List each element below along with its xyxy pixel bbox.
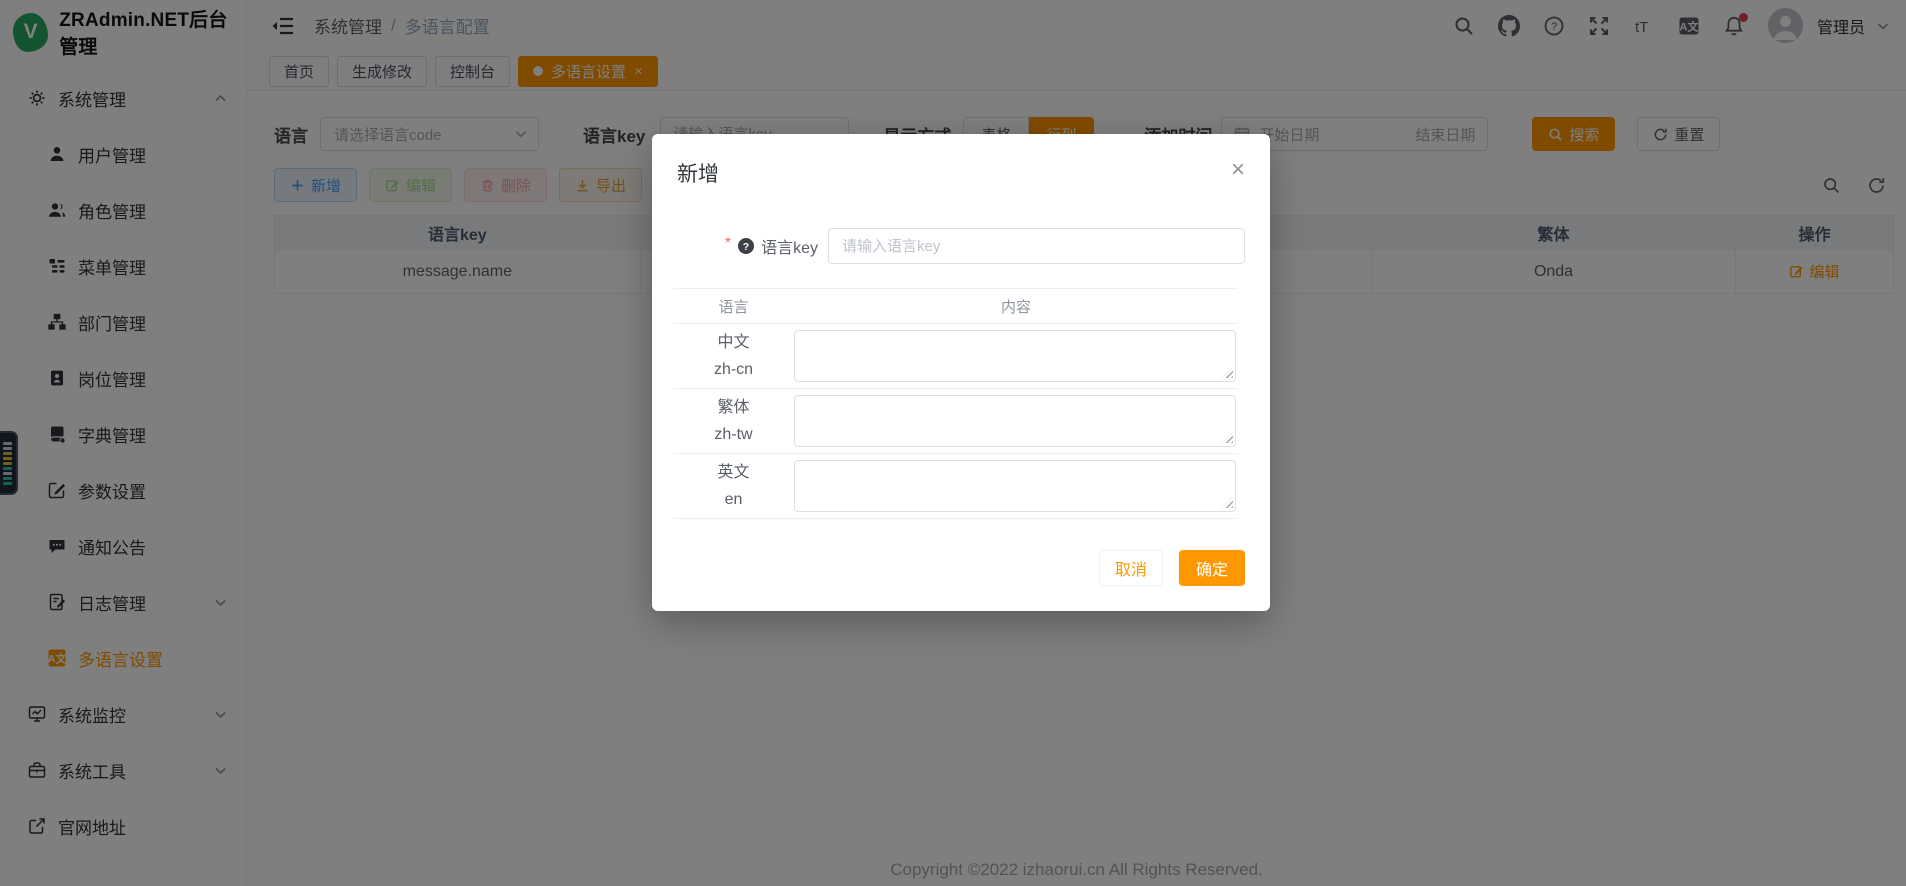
field-label-group: * ? 语言key: [652, 234, 828, 258]
language-table-header: 语言 内容: [673, 288, 1238, 324]
dialog-footer: 取消 确定: [1099, 550, 1245, 586]
language-label: 中文 zh-cn: [673, 329, 794, 383]
dialog-title: 新增: [677, 163, 719, 186]
confirm-button[interactable]: 确定: [1179, 550, 1245, 586]
content-column-header: 内容: [794, 289, 1238, 323]
field-label: 语言key: [761, 234, 818, 258]
required-mark: *: [725, 235, 731, 253]
svg-text:?: ?: [743, 241, 749, 253]
language-row-zh-tw: 繁体 zh-tw: [673, 389, 1238, 454]
help-circle-icon[interactable]: ?: [737, 237, 755, 255]
language-label: 繁体 zh-tw: [673, 394, 794, 448]
add-dialog: 新增 × * ? 语言key 语言 内容 中文 zh-cn: [652, 134, 1270, 611]
content-textarea-wrap: [794, 395, 1238, 447]
cancel-button[interactable]: 取消: [1099, 550, 1163, 586]
en-content-textarea[interactable]: [794, 460, 1236, 512]
language-key-input[interactable]: [828, 228, 1245, 264]
zh-tw-content-textarea[interactable]: [794, 395, 1236, 447]
language-column-header: 语言: [673, 289, 794, 323]
zh-cn-content-textarea[interactable]: [794, 330, 1236, 382]
language-row-zh-cn: 中文 zh-cn: [673, 324, 1238, 389]
close-icon[interactable]: ×: [1231, 158, 1245, 182]
content-textarea-wrap: [794, 460, 1238, 512]
app-window: V ZRAdmin.NET后台管理 系统管理: [0, 0, 1906, 886]
language-label: 英文 en: [673, 459, 794, 513]
language-key-field: * ? 语言key: [652, 228, 1245, 264]
language-content-table: 语言 内容 中文 zh-cn 繁体 zh-tw: [673, 288, 1238, 519]
language-row-en: 英文 en: [673, 454, 1238, 519]
dialog-header: 新增 ×: [652, 134, 1270, 188]
content-textarea-wrap: [794, 330, 1238, 382]
